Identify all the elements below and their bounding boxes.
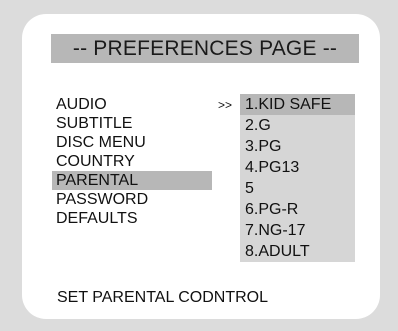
rating-option-pg13[interactable]: 4.PG13 [240, 157, 355, 178]
rating-option-pg[interactable]: 3.PG [240, 136, 355, 157]
parental-rating-list: 1.KID SAFE 2.G 3.PG 4.PG13 5 6.PG-R 7.NG… [240, 94, 355, 262]
preferences-menu: AUDIO SUBTITLE DISC MENU COUNTRY PARENTA… [52, 95, 212, 228]
menu-item-parental[interactable]: PARENTAL [52, 171, 212, 190]
page-title: -- PREFERENCES PAGE -- [51, 34, 359, 63]
menu-item-audio[interactable]: AUDIO [52, 95, 212, 114]
rating-option-adult[interactable]: 8.ADULT [240, 241, 355, 262]
osd-screen: -- PREFERENCES PAGE -- AUDIO SUBTITLE DI… [0, 0, 398, 331]
status-text: SET PARENTAL CODNTROL [57, 289, 268, 306]
menu-item-subtitle[interactable]: SUBTITLE [52, 114, 212, 133]
menu-item-password[interactable]: PASSWORD [52, 190, 212, 209]
rating-option-pg-r[interactable]: 6.PG-R [240, 199, 355, 220]
rating-option-kid-safe[interactable]: 1.KID SAFE [240, 94, 355, 115]
rating-option-ng-17[interactable]: 7.NG-17 [240, 220, 355, 241]
rating-option-g[interactable]: 2.G [240, 115, 355, 136]
menu-item-defaults[interactable]: DEFAULTS [52, 209, 212, 228]
selection-pointer-icon: >> [218, 98, 233, 112]
rating-option-5[interactable]: 5 [240, 178, 355, 199]
menu-item-disc-menu[interactable]: DISC MENU [52, 133, 212, 152]
menu-item-country[interactable]: COUNTRY [52, 152, 212, 171]
